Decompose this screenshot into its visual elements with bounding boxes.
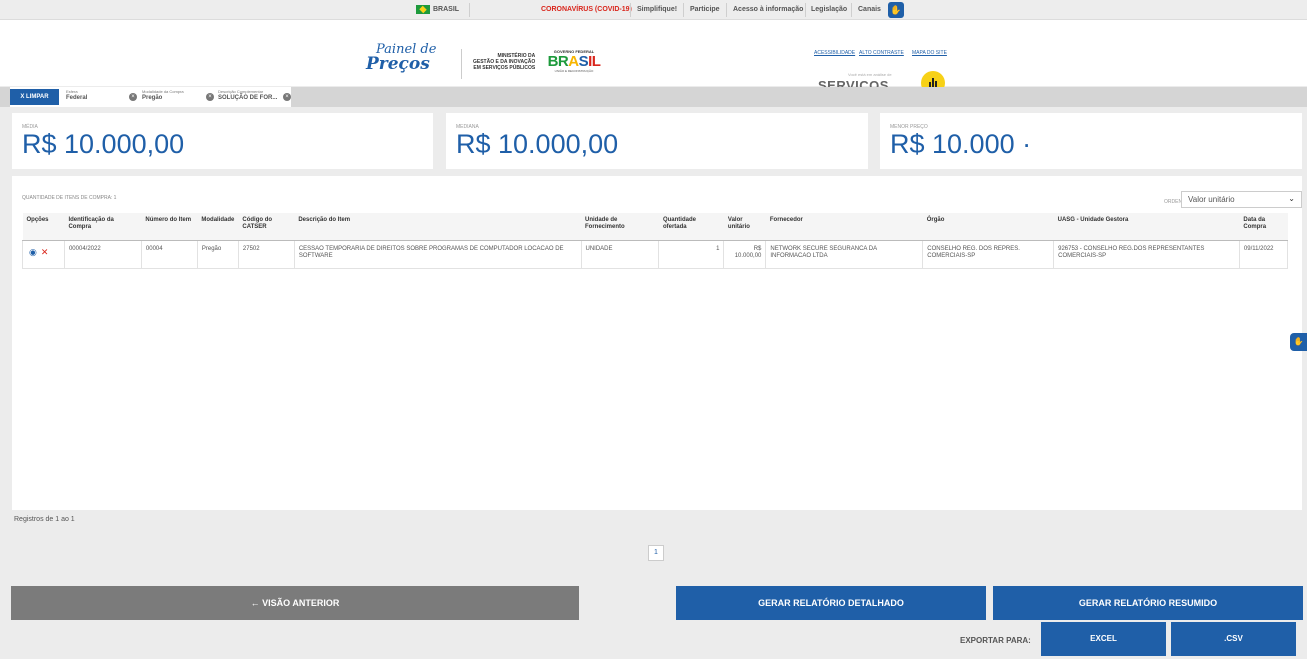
cell-quantidade: 1 [658, 240, 725, 269]
col-catser[interactable]: Código do CATSER [238, 213, 295, 241]
remove-filter-icon[interactable]: × [283, 93, 291, 101]
col-unidade[interactable]: Unidade de Fornecimento [581, 213, 659, 241]
chip-value: Federal [66, 95, 88, 101]
cell-catser: 27502 [238, 240, 295, 269]
simplifique-link[interactable]: Simplifique! [637, 6, 677, 13]
cell-modalidade: Pregão [197, 240, 239, 269]
mapa-do-site-link[interactable]: MAPA DO SITE [912, 50, 947, 56]
media-card: MÉDIA R$ 10.000,00 [12, 113, 433, 169]
gov-top-bar: BRASIL CORONAVÍRUS (COVID-19) Simplifiqu… [0, 0, 1307, 20]
vlibras-icon[interactable]: ✋ [888, 2, 904, 18]
mediana-value: R$ 10.000,00 [456, 129, 619, 159]
mediana-card: MEDIANA R$ 10.000,00 [446, 113, 868, 169]
col-valor[interactable]: Valor unitário [723, 213, 766, 241]
menor-preco-value: R$ 10.000 · [890, 129, 1032, 159]
col-identificacao[interactable]: Identificação da Compra [64, 213, 142, 241]
col-uasg[interactable]: UASG - Unidade Gestora [1053, 213, 1240, 241]
brasil-link[interactable]: BRASIL [433, 6, 459, 13]
ministerio-logo: MINISTÉRIO DA GESTÃO E DA INOVAÇÃO EM SE… [473, 53, 535, 71]
col-descricao[interactable]: Descrição do Item [294, 213, 581, 241]
brasil-wordmark: BRASIL [547, 53, 601, 70]
divider [461, 49, 462, 79]
divider [805, 3, 806, 17]
col-numero-item[interactable]: Número do Item [141, 213, 198, 241]
cell-data: 09/11/2022 [1239, 240, 1289, 269]
export-csv-button[interactable]: .CSV [1171, 622, 1296, 656]
filter-chip-esfera: Esfera Federal [66, 89, 87, 102]
chip-value: SOLUÇÃO DE FOR... [218, 95, 278, 101]
brazil-flag-icon [416, 5, 430, 14]
export-excel-button[interactable]: EXCEL [1041, 622, 1166, 656]
vlibras-side-icon[interactable]: ✋ [1290, 333, 1307, 351]
page-1-button[interactable]: 1 [648, 545, 664, 561]
table-row: ◉ ✕ 00004/2022 00004 Pregão 27502 CESSAO … [22, 240, 1289, 269]
covid-link[interactable]: CORONAVÍRUS (COVID-19) [541, 6, 632, 13]
limpar-button[interactable]: X LIMPAR [10, 89, 59, 105]
canais-link[interactable]: Canais [858, 6, 881, 13]
results-table: Opções Identificação da Compra Número do… [22, 213, 1289, 269]
exportar-label: EXPORTAR PARA: [960, 636, 1031, 645]
col-fornecedor[interactable]: Fornecedor [765, 213, 923, 241]
ordenar-select[interactable]: Valor unitário ⌄ [1181, 191, 1302, 208]
chip-value: Pregão [142, 95, 163, 101]
alto-contraste-link[interactable]: ALTO CONTRASTE [859, 50, 904, 56]
col-data[interactable]: Data da Compra [1239, 213, 1288, 241]
logo-line-2: Preços [366, 54, 430, 74]
governo-federal-logo: GOVERNO FEDERAL BRASIL UNIÃO E RECONSTRU… [546, 49, 602, 73]
filter-bar: X LIMPAR Esfera Federal × Modalidade da … [0, 87, 1307, 107]
col-modalidade[interactable]: Modalidade [197, 213, 239, 241]
close-icon[interactable]: ✕ [41, 247, 49, 256]
ministerio-line-3: EM SERVIÇOS PÚBLICOS [473, 65, 536, 71]
chevron-down-icon: ⌄ [1288, 194, 1295, 203]
menor-preco-card: MENOR PREÇO R$ 10.000 · [880, 113, 1302, 169]
cell-descricao: CESSAO TEMPORARIA DE DIREITOS SOBRE PROG… [294, 240, 582, 269]
servicos-subtitle: Você está em análise de [848, 72, 892, 77]
painel-de-precos-logo[interactable]: Painel de Preços [366, 43, 436, 73]
remove-filter-icon[interactable]: × [206, 93, 214, 101]
divider [851, 3, 852, 17]
items-count: QUANTIDADE DE ITENS DE COMPRA: 1 [22, 195, 117, 201]
col-orgao[interactable]: Órgão [922, 213, 1054, 241]
cell-uasg: 926753 - CONSELHO REG.DOS REPRESENTANTES… [1053, 240, 1240, 269]
acessibilidade-link[interactable]: ACESSIBILIDADE [814, 50, 855, 56]
divider [469, 3, 470, 17]
cell-identificacao: 00004/2022 [64, 240, 142, 269]
participe-link[interactable]: Participe [690, 6, 720, 13]
filter-chip-modalidade: Modalidade da Compra Pregão [142, 89, 184, 102]
registros-info: Registros de 1 ao 1 [14, 516, 75, 523]
col-quantidade[interactable]: Quantidade ofertada [658, 213, 724, 241]
site-header: Painel de Preços MINISTÉRIO DA GESTÃO E … [0, 20, 1307, 99]
divider [683, 3, 684, 17]
remove-filter-icon[interactable]: × [129, 93, 137, 101]
results-panel: QUANTIDADE DE ITENS DE COMPRA: 1 ORDENAR… [12, 176, 1302, 510]
ordenar-value: Valor unitário [1188, 195, 1235, 204]
divider [630, 3, 631, 17]
divider [726, 3, 727, 17]
cell-unidade: UNIDADE [581, 240, 660, 269]
acesso-informacao-link[interactable]: Acesso à informação [733, 6, 803, 13]
filter-chip-descricao: Descrição Complementar SOLUÇÃO DE FOR... [218, 89, 277, 102]
cell-orgao: CONSELHO REG. DOS REPRES. COMERCIAIS-SP [922, 240, 1055, 269]
media-value: R$ 10.000,00 [22, 129, 185, 159]
cell-numero-item: 00004 [141, 240, 198, 269]
gerar-relatorio-resumido-button[interactable]: GERAR RELATÓRIO RESUMIDO [993, 586, 1303, 620]
cell-opcoes: ◉ ✕ [22, 240, 65, 269]
visao-anterior-button[interactable]: ← VISÃO ANTERIOR [11, 586, 579, 620]
legislacao-link[interactable]: Legislação [811, 6, 847, 13]
col-opcoes[interactable]: Opções [22, 213, 65, 241]
eye-icon[interactable]: ◉ [29, 247, 37, 256]
table-header-row: Opções Identificação da Compra Número do… [22, 213, 1288, 241]
cell-fornecedor: NETWORK SECURE SEGURANCA DA INFORMACAO L… [765, 240, 924, 269]
cell-valor: R$ 10.000,00 [723, 240, 767, 269]
gerar-relatorio-detalhado-button[interactable]: GERAR RELATÓRIO DETALHADO [676, 586, 986, 620]
